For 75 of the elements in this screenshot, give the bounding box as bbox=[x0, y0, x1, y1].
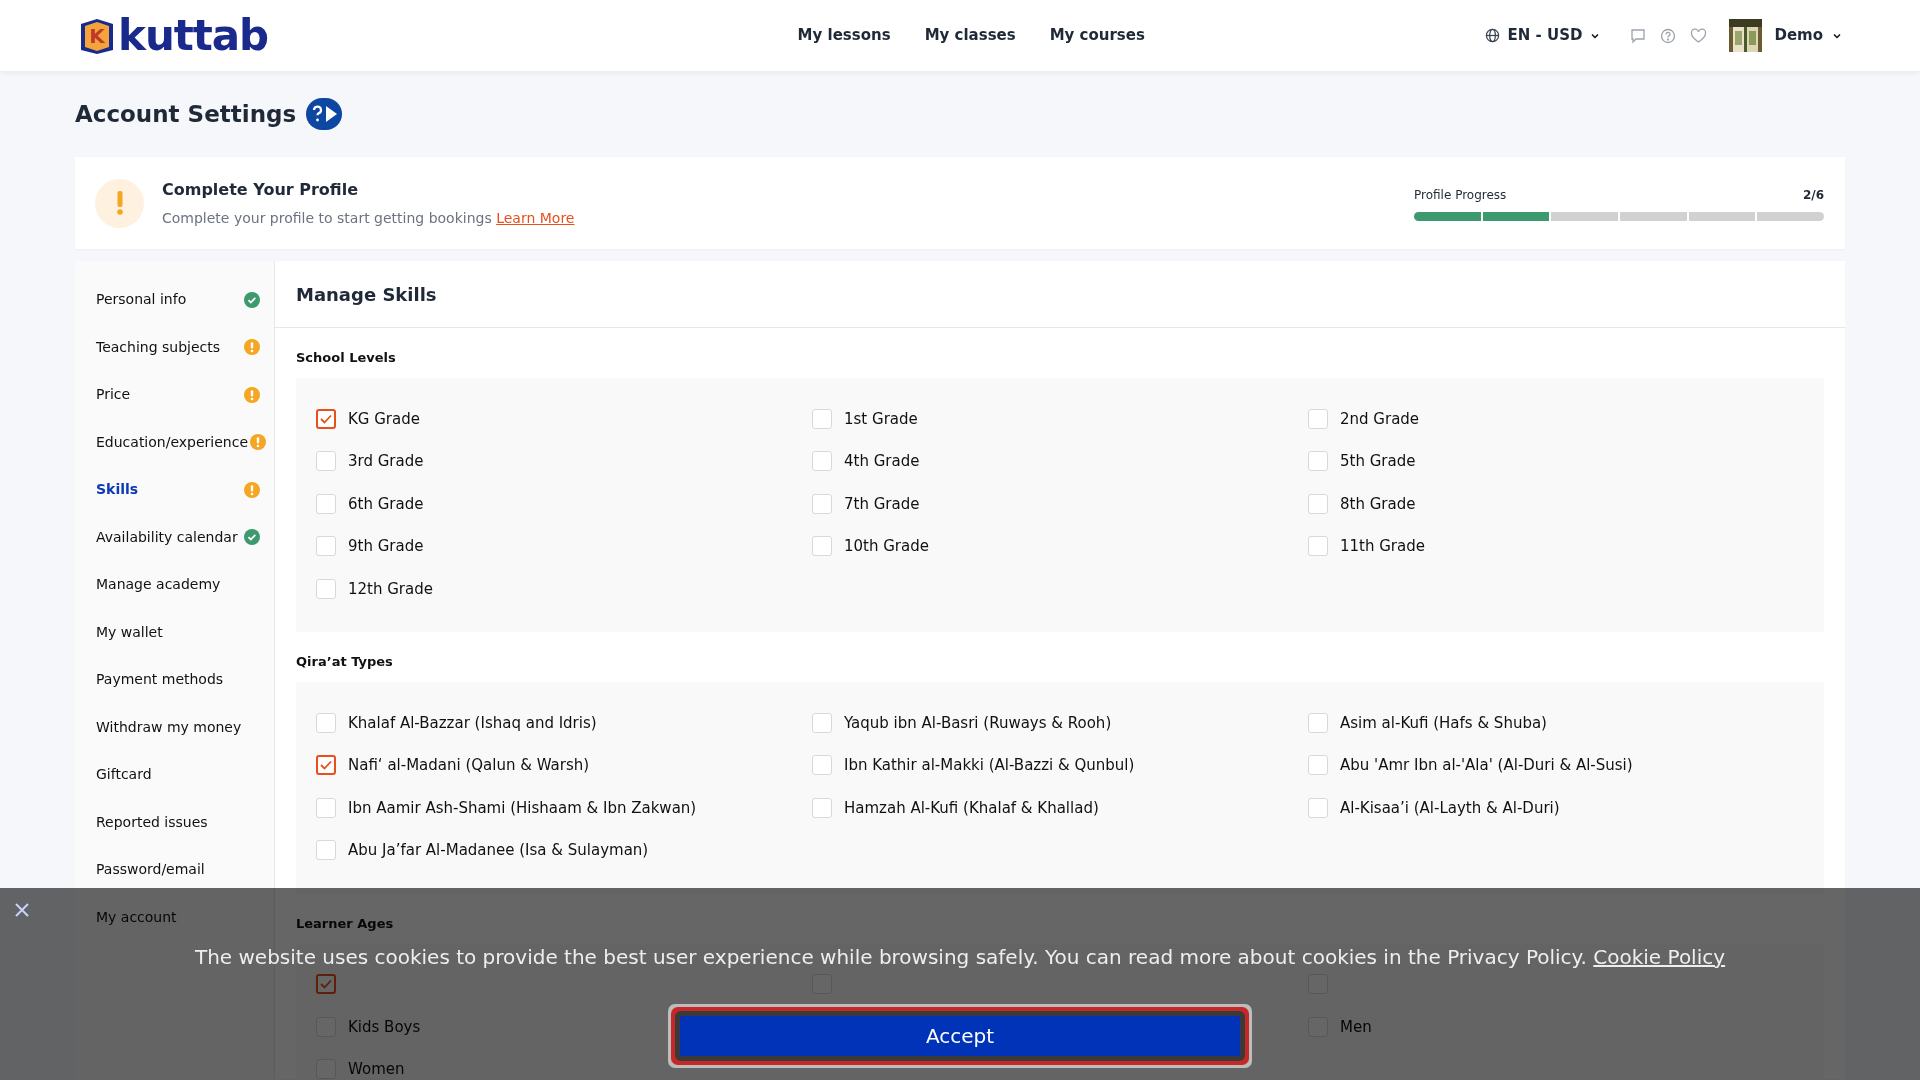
banner-text: Complete your profile to start getting bookings bbox=[162, 209, 492, 226]
warning-icon bbox=[244, 481, 260, 498]
logo-mark: K bbox=[89, 22, 105, 50]
language-currency-button[interactable]: EN - USD bbox=[1484, 24, 1601, 47]
user-menu-button[interactable]: Demo bbox=[1774, 24, 1842, 47]
logo[interactable]: K kuttab bbox=[78, 14, 269, 57]
checkbox[interactable] bbox=[316, 974, 336, 995]
check-circle-icon bbox=[244, 291, 260, 308]
globe-icon bbox=[1484, 28, 1500, 43]
logo-text: kuttab bbox=[118, 14, 269, 57]
checkbox-option[interactable]: 3rd Grade bbox=[316, 450, 424, 473]
nav-link[interactable]: My lessons bbox=[797, 24, 891, 47]
checkbox-option[interactable]: Asim al-Kufi (Hafs & Shuba) bbox=[1308, 711, 1547, 734]
checkbox-option[interactable]: 5th Grade bbox=[1308, 450, 1416, 473]
checkbox-option[interactable]: 6th Grade bbox=[316, 492, 424, 515]
section-title: Learner Ages bbox=[296, 914, 395, 933]
checkbox-option[interactable]: Nafi‘ al-Madani (Qalun & Warsh) bbox=[316, 754, 590, 777]
sidebar-item[interactable]: My wallet bbox=[75, 608, 274, 656]
sidebar-item[interactable]: Password/email bbox=[75, 846, 274, 894]
sidebar-item[interactable]: Reported issues bbox=[75, 798, 274, 846]
cookie-policy-link[interactable]: Cookie Policy bbox=[1593, 945, 1726, 969]
check-icon bbox=[320, 413, 332, 424]
checkbox-option[interactable]: Khalaf Al-Bazzar (Ishaq and Idris) bbox=[316, 711, 597, 734]
warning-icon bbox=[244, 386, 260, 403]
warning-icon bbox=[95, 178, 144, 228]
section-title: Qira’at Types bbox=[296, 653, 394, 671]
learn-more-link[interactable]: Learn More bbox=[496, 209, 575, 226]
close-icon[interactable] bbox=[15, 903, 29, 917]
sidebar-item[interactable]: Withdraw my money bbox=[75, 703, 274, 751]
progress-label: Profile Progress bbox=[1414, 186, 1507, 204]
nav-link[interactable]: My courses bbox=[1049, 24, 1145, 47]
checkbox[interactable] bbox=[316, 755, 336, 776]
warning-icon bbox=[244, 339, 260, 356]
sidebar-item[interactable]: Personal info bbox=[75, 276, 274, 324]
checkbox-option[interactable]: Abu 'Amr Ibn al-'Ala' (Al-Duri & Al-Susi) bbox=[1308, 754, 1633, 777]
sidebar-item[interactable]: Availability calendar bbox=[75, 513, 274, 561]
page-title: Account Settings bbox=[75, 99, 297, 129]
progress-count: 2/6 bbox=[1802, 186, 1824, 204]
cookie-message: The website uses cookies to provide the best user experience while browsing safely. You can read more about cookies in the Privacy Policy. bbox=[194, 945, 1587, 969]
checkbox-option[interactable]: 9th Grade bbox=[316, 535, 424, 558]
checkbox-option[interactable]: 10th Grade bbox=[812, 535, 929, 558]
sidebar-item[interactable]: Education/experience bbox=[75, 418, 274, 466]
checkbox-option[interactable]: 4th Grade bbox=[812, 450, 920, 473]
checkbox[interactable] bbox=[316, 408, 336, 429]
checkbox-option[interactable]: 8th Grade bbox=[1308, 492, 1416, 515]
warning-icon bbox=[250, 434, 266, 451]
banner-title: Complete Your Profile bbox=[162, 178, 360, 201]
sidebar-item[interactable]: Manage academy bbox=[75, 561, 274, 609]
checkbox-option[interactable]: Yaqub ibn Al-Basri (Ruways & Rooh) bbox=[812, 711, 1112, 734]
check-circle-icon bbox=[244, 529, 260, 546]
check-icon bbox=[320, 979, 332, 990]
checkbox-option[interactable]: Al-Kisaa’i (Al-Layth & Al-Duri) bbox=[1308, 796, 1560, 819]
checkbox-option[interactable]: 11th Grade bbox=[1308, 535, 1425, 558]
help-video-icon[interactable] bbox=[306, 98, 343, 130]
panel-title: Manage Skills bbox=[296, 282, 437, 307]
nav-link[interactable]: My classes bbox=[924, 24, 1016, 47]
heart-icon[interactable] bbox=[1690, 27, 1708, 44]
sidebar-item[interactable]: Teaching subjects bbox=[75, 323, 274, 371]
sidebar-item[interactable]: Payment methods bbox=[75, 656, 274, 704]
sidebar-item[interactable]: Price bbox=[75, 371, 274, 419]
sidebar-item[interactable]: Giftcard bbox=[75, 751, 274, 799]
section-title: School Levels bbox=[296, 349, 397, 367]
checkbox-option[interactable]: Hamzah Al-Kufi (Khalaf & Khallad) bbox=[812, 796, 1099, 819]
checkbox-option[interactable]: KG Grade bbox=[316, 407, 420, 430]
checkbox-option[interactable]: 7th Grade bbox=[812, 492, 920, 515]
checkbox-option[interactable]: Ibn Aamir Ash-Shami (Hishaam & Ibn Zakwan) bbox=[316, 796, 697, 819]
check-icon bbox=[320, 760, 332, 771]
checkbox-option[interactable]: 12th Grade bbox=[316, 577, 433, 600]
chat-icon[interactable] bbox=[1630, 27, 1647, 44]
help-icon[interactable] bbox=[1660, 27, 1677, 44]
checkbox-option[interactable]: 1st Grade bbox=[812, 407, 918, 430]
checkbox-option[interactable]: Abu Ja’far Al-Madanee (Isa & Sulayman) bbox=[316, 839, 649, 862]
checkbox-option[interactable]: 2nd Grade bbox=[1308, 407, 1420, 430]
sidebar-item[interactable]: Skills bbox=[75, 466, 274, 514]
checkbox-option[interactable]: Ibn Kathir al-Makki (Al-Bazzi & Qunbul) bbox=[812, 754, 1135, 777]
